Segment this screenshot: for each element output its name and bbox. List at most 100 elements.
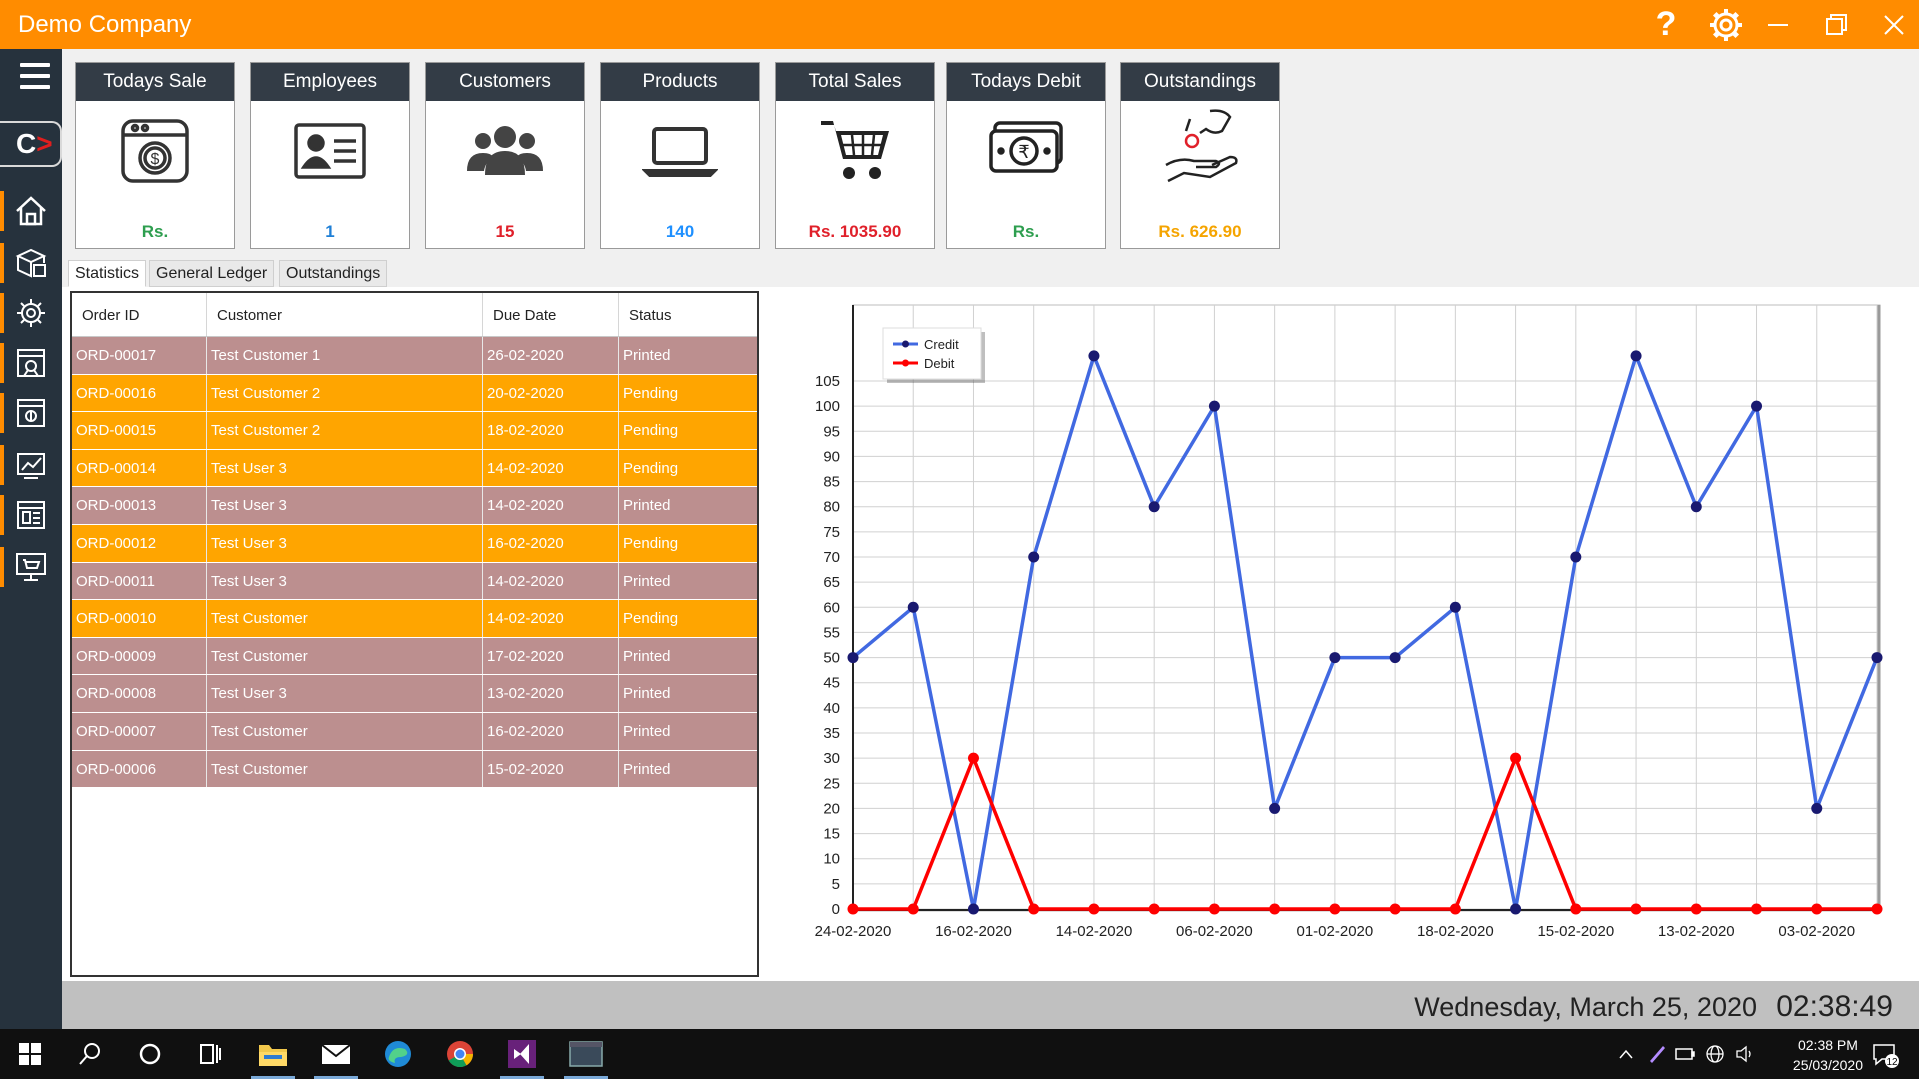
help-icon[interactable]: ? [1638, 0, 1694, 49]
card-title: Customers [426, 63, 584, 101]
windows-start-icon[interactable] [2, 1029, 58, 1079]
data-point-debit [847, 903, 859, 915]
due-date-cell: 26-02-2020 [483, 337, 619, 374]
table-row[interactable]: ORD-00012 Test User 3 16-02-2020 Pending [72, 524, 757, 563]
card-products[interactable]: Products 140 [600, 62, 760, 249]
column-header-status[interactable]: Status [619, 293, 757, 336]
data-point-debit [1269, 903, 1281, 915]
table-row[interactable]: ORD-00010 Test Customer 14-02-2020 Pending [72, 600, 757, 638]
status-cell: Printed [623, 722, 671, 740]
y-tick-label: 45 [823, 675, 840, 692]
card-title: Outstandings [1121, 63, 1279, 101]
tab-statistics[interactable]: Statistics [68, 260, 147, 287]
card-employees[interactable]: Employees 1 [250, 62, 410, 249]
pos-cart-icon[interactable] [0, 545, 62, 589]
orders-table[interactable]: Order ID Customer Due Date Status ORD-00… [70, 291, 759, 977]
table-row[interactable]: ORD-00011 Test User 3 14-02-2020 Printed [72, 562, 757, 601]
settings-gear-icon[interactable] [1698, 0, 1754, 49]
inventory-boxes-icon[interactable] [0, 241, 62, 285]
card-total-sales[interactable]: Total Sales Rs. 1035.90 [775, 62, 935, 249]
data-point-debit [907, 903, 919, 915]
table-row[interactable]: ORD-00016 Test Customer 2 20-02-2020 Pendin… [72, 374, 757, 413]
close-icon[interactable] [1866, 0, 1919, 49]
y-tick-label: 50 [823, 650, 840, 667]
show-hidden-icons-chevron-icon[interactable] [1616, 1029, 1636, 1079]
pen-tray-icon[interactable] [1644, 1029, 1670, 1079]
y-tick-label: 80 [823, 499, 840, 516]
taskbar-clock[interactable]: 02:38 PM 25/03/2020 [1793, 1035, 1863, 1075]
order-id-cell: ORD-00010 [72, 600, 207, 637]
column-header-due-date[interactable]: Due Date [483, 293, 619, 336]
cortana-icon[interactable] [122, 1029, 178, 1079]
card-todays-debit[interactable]: Todays Debit ₹ Rs. [946, 62, 1106, 249]
customer-cell: Test Customer [207, 750, 483, 788]
table-row[interactable]: ORD-00014 Test User 3 14-02-2020 Pending [72, 449, 757, 488]
plot-area [852, 304, 1881, 912]
data-point-credit [1329, 652, 1341, 664]
customer-cell: Test Customer [207, 637, 483, 675]
y-tick-label: 85 [823, 474, 840, 491]
hamburger-menu-icon[interactable] [20, 63, 50, 91]
reports-chart-icon[interactable] [0, 443, 62, 487]
card-outstandings[interactable]: Outstandings Rs. 626.90 [1120, 62, 1280, 249]
demo-app-taskbar-icon[interactable] [558, 1029, 614, 1079]
status-cell: Pending [623, 534, 679, 552]
chart-legend: Credit Debit [882, 327, 985, 383]
table-row[interactable]: ORD-00008 Test User 3 13-02-2020 Printed [72, 675, 757, 713]
card-customers[interactable]: Customers 15 [425, 62, 585, 249]
tab-outstandings[interactable]: Outstandings [279, 260, 388, 287]
notifications-icon[interactable]: 12 [1868, 1029, 1902, 1079]
x-tick-label: 24-02-2020 [815, 923, 892, 940]
table-row[interactable]: ORD-00009 Test Customer 17-02-2020 Printed [72, 637, 757, 676]
minimize-icon[interactable] [1750, 0, 1806, 49]
card-value: Rs. 626.90 [1158, 222, 1242, 241]
statistics-chart: 0 5 10 15 20 25 30 35 40 45 50 55 60 65 70 75 80 85 90 95 10… [776, 293, 1913, 975]
data-point-debit [1690, 903, 1702, 915]
status-cell: Printed [623, 647, 671, 665]
users-icon [426, 115, 584, 195]
chrome-browser-icon[interactable] [432, 1029, 488, 1079]
sidebar: C> [0, 49, 62, 1029]
home-icon[interactable] [0, 189, 62, 233]
y-tick-label: 35 [823, 725, 840, 742]
customer-cell: Test Customer 1 [207, 337, 483, 374]
mail-icon[interactable] [308, 1029, 364, 1079]
table-row[interactable]: ORD-00017 Test Customer 1 26-02-2020 Printe… [72, 337, 757, 375]
table-row[interactable]: ORD-00007 Test Customer 16-02-2020 Printed [72, 712, 757, 751]
search-icon[interactable] [62, 1029, 118, 1079]
battery-icon[interactable] [1672, 1029, 1698, 1079]
tab-general-ledger[interactable]: General Ledger [149, 260, 275, 287]
table-row[interactable]: ORD-00013 Test User 3 14-02-2020 Printed [72, 487, 757, 525]
due-date-cell: 14-02-2020 [483, 562, 619, 600]
ledger-screen-icon[interactable] [0, 493, 62, 537]
legend-marker [902, 340, 909, 348]
data-point-debit [1028, 903, 1040, 915]
file-explorer-icon[interactable] [245, 1029, 301, 1079]
visual-studio-icon[interactable] [494, 1029, 550, 1079]
settings-cog-icon[interactable] [0, 291, 62, 335]
purchase-screen-icon[interactable] [0, 391, 62, 435]
y-tick-label: 5 [832, 876, 840, 893]
restore-icon[interactable] [1808, 0, 1864, 49]
y-tick-label: 100 [815, 398, 840, 415]
app-logo: C> [0, 121, 62, 167]
table-body: ORD-00017 Test Customer 1 26-02-2020 Printe… [72, 337, 757, 789]
task-view-icon[interactable] [182, 1029, 238, 1079]
volume-icon[interactable] [1732, 1029, 1758, 1079]
data-point-credit [1510, 903, 1522, 915]
card-todays-sale[interactable]: Todays Sale $ Rs. [75, 62, 235, 249]
data-point-credit [1751, 400, 1763, 412]
data-point-debit [1871, 903, 1883, 915]
table-row[interactable]: ORD-00006 Test Customer 15-02-2020 Printed [72, 750, 757, 789]
customer-cell: Test User 3 [207, 675, 483, 712]
column-header-order-id[interactable]: Order ID [72, 293, 207, 336]
card-value: 15 [495, 222, 515, 241]
x-tick-label: 03-02-2020 [1778, 923, 1855, 940]
sales-screen-icon[interactable] [0, 341, 62, 385]
edge-browser-icon[interactable] [370, 1029, 426, 1079]
network-globe-icon[interactable] [1702, 1029, 1728, 1079]
column-header-customer[interactable]: Customer [207, 293, 483, 336]
order-id-cell: ORD-00007 [72, 712, 207, 750]
table-row[interactable]: ORD-00015 Test Customer 2 18-02-2020 Pendin… [72, 412, 757, 450]
data-point-debit [1329, 903, 1341, 915]
